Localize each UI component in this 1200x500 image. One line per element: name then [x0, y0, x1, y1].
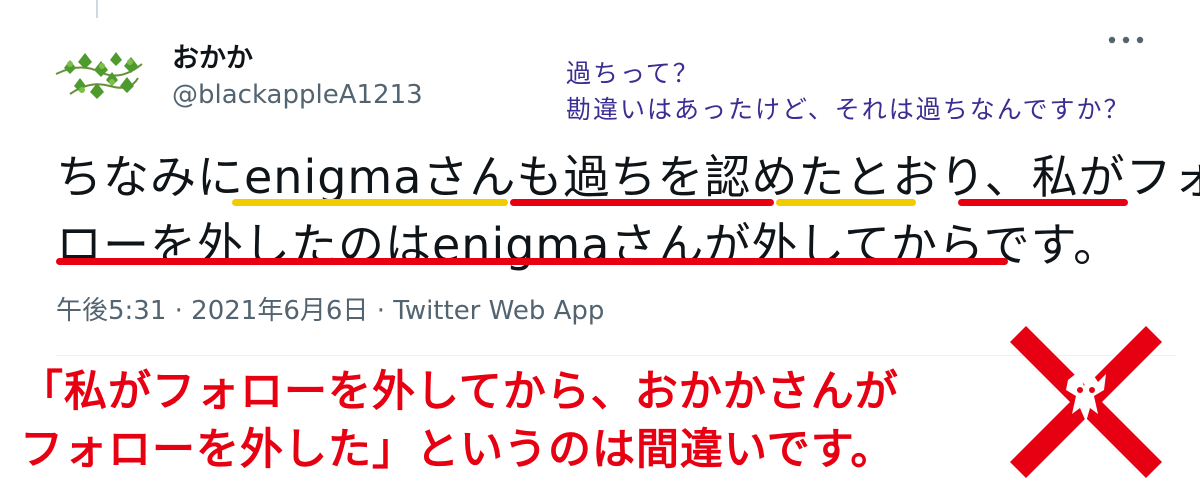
highlight-underline-yellow	[776, 199, 916, 206]
highlight-underline-red	[510, 199, 774, 206]
annotation-line: 勘違いはあったけど、それは過ちなんですか？	[566, 95, 1131, 124]
red-x-mark-icon	[994, 310, 1178, 494]
highlight-underline-red	[56, 258, 1008, 265]
caption-line: 「私がフォローを外してから、おかかさんが	[20, 367, 899, 417]
tweet-source-link[interactable]: Twitter Web App	[393, 296, 604, 326]
more-options-icon[interactable]	[1104, 30, 1148, 50]
tweet-text-line: ローを外したのはenigmaさんが外してからです。	[56, 218, 1121, 272]
avatar[interactable]	[50, 34, 146, 130]
highlight-underline-red	[958, 199, 1128, 206]
tweet-metadata: 午後5:31 · 2021年6月6日 · Twitter Web App	[56, 290, 604, 327]
red-caption: 「私がフォローを外してから、おかかさんが フォローを外した」というのは間違いです…	[20, 363, 899, 479]
annotation-line: 過ちって？	[566, 59, 700, 88]
handwritten-annotation: 過ちって？ 勘違いはあったけど、それは過ちなんですか？	[566, 56, 1131, 128]
thread-connector-line	[96, 0, 98, 18]
user-handle[interactable]: @blackappleA1213	[172, 80, 423, 110]
display-name[interactable]: おかか	[172, 36, 253, 75]
metadata-separator: ·	[368, 296, 394, 326]
green-leaves-avatar-icon	[50, 34, 146, 130]
highlight-underline-yellow	[232, 199, 508, 206]
caption-line: フォローを外した」というのは間違いです。	[20, 425, 895, 475]
tweet-timestamp-link[interactable]: 午後5:31 · 2021年6月6日	[56, 296, 368, 326]
